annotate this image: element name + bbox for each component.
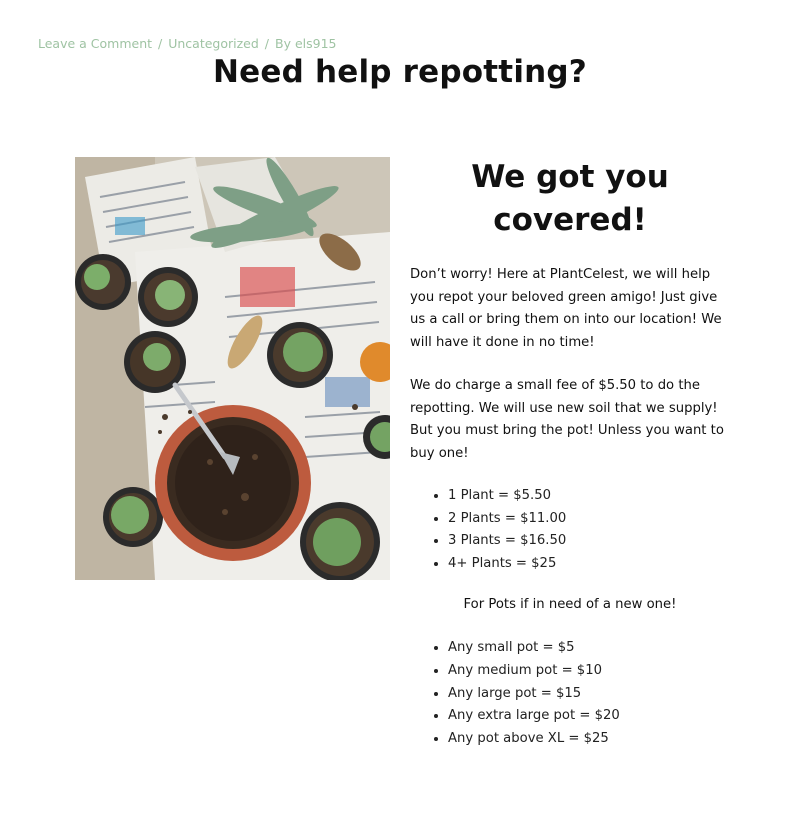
plant-photo: [75, 157, 390, 580]
post-meta: Leave a Comment / Uncategorized / By els…: [38, 36, 337, 51]
intro-paragraph: Don’t worry! Here at PlantCelest, we wil…: [410, 267, 722, 350]
list-item: 2 Plants = $11.00: [448, 508, 730, 531]
page-title: Need help repotting?: [213, 54, 587, 90]
section-heading: We got you covered!: [471, 159, 669, 238]
author-link[interactable]: els915: [295, 36, 337, 51]
pots-note: For Pots if in need of a new one!: [463, 597, 677, 613]
fee-paragraph: We do charge a small fee of $5.50 to do …: [410, 378, 724, 461]
category-link[interactable]: Uncategorized: [168, 36, 259, 51]
comment-link[interactable]: Leave a Comment: [38, 36, 152, 51]
meta-separator: /: [264, 36, 270, 51]
plant-photo-icon: [75, 157, 390, 580]
plant-price-list: 1 Plant = $5.50 2 Plants = $11.00 3 Plan…: [410, 485, 730, 575]
list-item: Any small pot = $5: [448, 637, 730, 660]
list-item: Any extra large pot = $20: [448, 705, 730, 728]
author-prefix: By: [275, 36, 291, 51]
list-item: Any large pot = $15: [448, 683, 730, 706]
list-item: Any medium pot = $10: [448, 660, 730, 683]
list-item: Any pot above XL = $25: [448, 728, 730, 751]
list-item: 4+ Plants = $25: [448, 553, 730, 576]
list-item: 1 Plant = $5.50: [448, 485, 730, 508]
content-column: We got you covered! Don’t worry! Here at…: [410, 156, 730, 750]
meta-separator: /: [158, 36, 163, 51]
list-item: 3 Plants = $16.50: [448, 530, 730, 553]
pot-price-list: Any small pot = $5 Any medium pot = $10 …: [410, 637, 730, 750]
